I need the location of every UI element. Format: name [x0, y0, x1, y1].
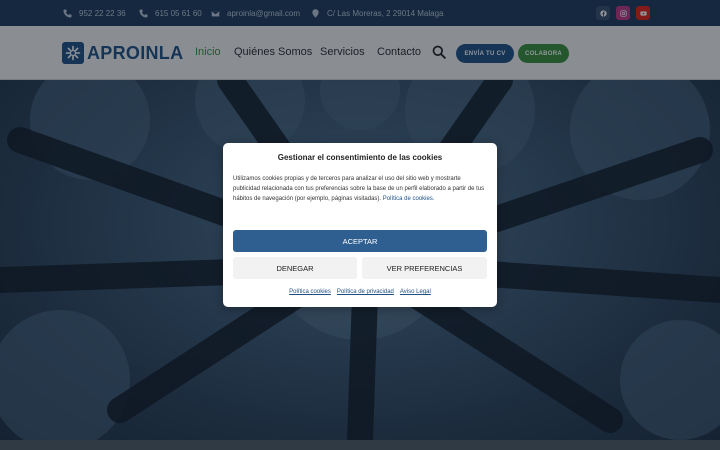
view-preferences-button[interactable]: VER PREFERENCIAS	[362, 257, 487, 279]
cookie-modal-description: Utilizamos cookies propias y de terceros…	[233, 176, 485, 202]
legal-notice-link[interactable]: Aviso Legal	[400, 289, 431, 295]
cookie-policy-footer-link[interactable]: Política cookies	[289, 289, 331, 295]
cookie-consent-modal: Gestionar el consentimiento de las cooki…	[223, 143, 497, 307]
privacy-policy-link[interactable]: Política de privacidad	[337, 289, 394, 295]
deny-cookies-button[interactable]: DENEGAR	[233, 257, 357, 279]
accept-cookies-button[interactable]: ACEPTAR	[233, 230, 487, 252]
cookie-modal-footer: Política cookies Política de privacidad …	[223, 289, 497, 295]
cookie-modal-title: Gestionar el consentimiento de las cooki…	[277, 153, 443, 162]
cookie-policy-link[interactable]: Política de cookies.	[383, 196, 435, 202]
cookie-modal-text: Utilizamos cookies propias y de terceros…	[233, 174, 489, 204]
